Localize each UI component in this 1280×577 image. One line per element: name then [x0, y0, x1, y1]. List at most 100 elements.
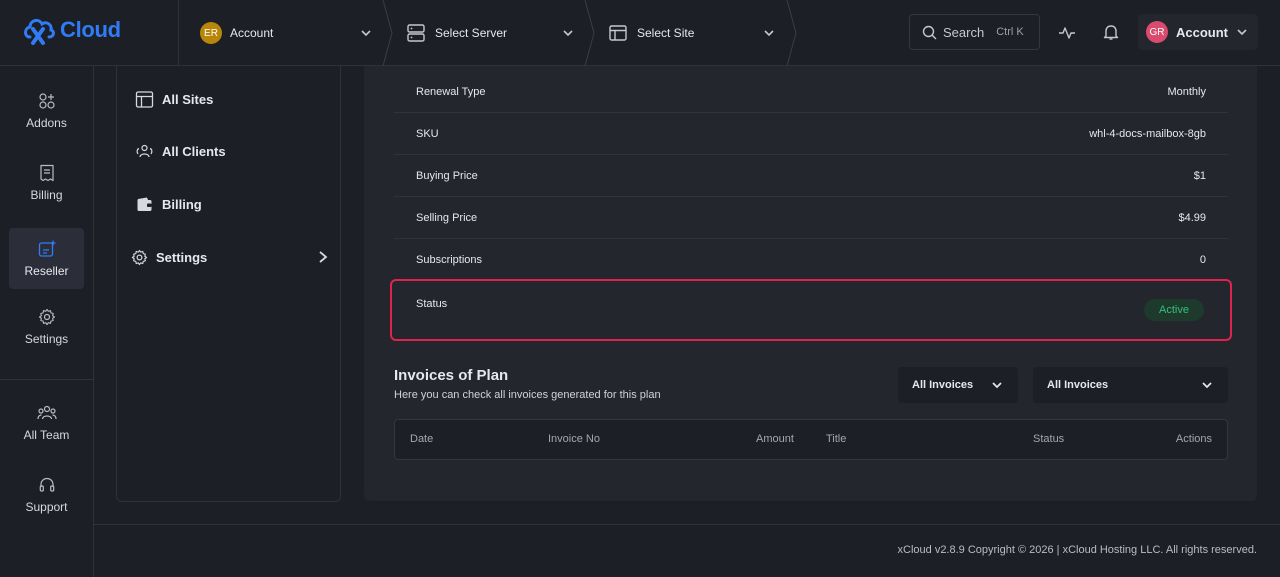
chevron-right-icon	[319, 251, 328, 263]
activity-icon[interactable]	[1058, 24, 1076, 42]
site-selector[interactable]: Select Site	[608, 0, 784, 66]
subnav-item-all-sites[interactable]: All Sites	[135, 90, 213, 109]
sidebar-item-all-team[interactable]: All Team	[9, 392, 84, 453]
avatar: GR	[1146, 21, 1168, 43]
subnav-item-billing[interactable]: Billing	[135, 196, 202, 213]
detail-value: Monthly	[1167, 86, 1206, 98]
team-icon	[36, 405, 57, 419]
search-label: Search	[943, 24, 985, 40]
team-selector-label: Account	[230, 26, 274, 40]
gear-icon	[131, 249, 148, 266]
subnav-item-label: All Sites	[162, 92, 214, 107]
subnav-item-all-clients[interactable]: All Clients	[135, 143, 226, 160]
plan-details-table: Renewal Type Monthly SKU whl-4-docs-mail…	[394, 72, 1228, 281]
divider	[178, 0, 179, 66]
detail-row-selling-price: Selling Price $4.99	[394, 197, 1228, 239]
gear-icon	[38, 308, 55, 325]
subnav-item-label: Settings	[156, 250, 208, 265]
detail-row-buying-price: Buying Price $1	[394, 155, 1228, 197]
account-menu-button[interactable]: GR Account	[1138, 14, 1258, 50]
dropdown-label: All Invoices	[912, 379, 974, 391]
sidebar-item-label: Settings	[24, 331, 69, 346]
main-sidebar: Addons Billing Reseller Settings All Tea…	[0, 66, 94, 577]
receipt-icon	[39, 164, 54, 181]
chevron-down-icon	[361, 30, 371, 37]
breadcrumb-separator-icon	[584, 0, 595, 66]
detail-key: SKU	[416, 127, 439, 140]
invoices-title: Invoices of Plan	[394, 367, 509, 384]
subnav-item-settings[interactable]: Settings	[131, 249, 328, 266]
search-shortcut: Ctrl K	[996, 26, 1024, 38]
breadcrumb-separator-icon	[382, 0, 393, 66]
detail-value: $4.99	[1178, 211, 1206, 224]
invoices-table: Date Invoice No Amount Title Status Acti…	[394, 419, 1228, 460]
column-header-date[interactable]: Date	[410, 433, 433, 445]
detail-key: Status	[416, 298, 448, 310]
reseller-subnav: All Sites All Clients Billing Settings	[116, 66, 341, 502]
detail-row-sku: SKU whl-4-docs-mailbox-8gb	[394, 113, 1228, 155]
addons-icon	[38, 92, 55, 109]
detail-value: $1	[1193, 169, 1206, 182]
status-badge: Active	[1144, 299, 1204, 321]
divider	[94, 524, 1280, 525]
column-header-status[interactable]: Status	[1033, 433, 1064, 445]
sidebar-item-billing[interactable]: Billing	[9, 152, 84, 213]
divider	[0, 379, 93, 380]
search-icon	[922, 25, 937, 39]
reseller-icon	[38, 240, 55, 257]
dropdown-label: All Invoices	[1047, 379, 1109, 391]
sidebar-item-addons[interactable]: Addons	[9, 80, 84, 141]
browser-icon	[135, 91, 154, 108]
headset-icon	[39, 477, 54, 492]
detail-key: Selling Price	[416, 211, 478, 224]
sidebar-item-label: Billing	[30, 187, 63, 202]
column-header-amount[interactable]: Amount	[756, 433, 794, 445]
sidebar-item-support[interactable]: Support	[9, 464, 84, 525]
account-label: Account	[1176, 24, 1228, 40]
column-header-title[interactable]: Title	[826, 433, 846, 445]
xcloud-logo[interactable]: Cloud	[22, 13, 121, 47]
chevron-down-icon	[563, 30, 573, 37]
detail-row-subscriptions: Subscriptions 0	[394, 239, 1228, 281]
detail-row-status: Status Active	[390, 279, 1232, 341]
subnav-item-label: All Clients	[162, 144, 226, 159]
sidebar-item-reseller[interactable]: Reseller	[9, 228, 84, 289]
sidebar-item-label: Support	[25, 499, 68, 514]
team-selector[interactable]: ER Account	[200, 0, 378, 66]
cloud-logo-icon	[24, 18, 55, 45]
browser-icon	[609, 25, 627, 41]
detail-value: whl-4-docs-mailbox-8gb	[1089, 127, 1206, 140]
chevron-down-icon	[1202, 382, 1212, 389]
server-icon	[407, 24, 425, 42]
breadcrumb-separator-icon	[786, 0, 797, 66]
detail-row-renewal-type: Renewal Type Monthly	[394, 72, 1228, 113]
sidebar-item-label: All Team	[23, 427, 70, 442]
top-bar: Cloud ER Account Select Server Select Si…	[0, 0, 1280, 66]
bell-icon[interactable]	[1102, 23, 1120, 41]
subnav-item-label: Billing	[162, 197, 202, 212]
site-selector-label: Select Site	[637, 26, 695, 40]
chevron-down-icon	[992, 382, 1002, 389]
sidebar-item-settings[interactable]: Settings	[9, 296, 84, 357]
logo-text: Cloud	[60, 17, 121, 42]
invoices-subtitle: Here you can check all invoices generate…	[394, 389, 661, 401]
invoice-status-dropdown[interactable]: All Invoices	[1033, 367, 1228, 403]
server-selector[interactable]: Select Server	[406, 0, 582, 66]
detail-key: Subscriptions	[416, 253, 483, 266]
column-header-actions[interactable]: Actions	[1176, 433, 1212, 445]
chevron-down-icon	[764, 30, 774, 37]
detail-key: Renewal Type	[416, 86, 486, 98]
detail-key: Buying Price	[416, 169, 478, 182]
invoice-filter-dropdown[interactable]: All Invoices	[898, 367, 1018, 403]
detail-value: 0	[1199, 253, 1206, 266]
clients-icon	[136, 144, 153, 158]
team-avatar: ER	[200, 22, 222, 44]
chevron-down-icon	[1237, 29, 1247, 36]
search-button[interactable]: Search Ctrl K	[909, 14, 1040, 50]
sidebar-item-label: Reseller	[24, 263, 69, 278]
footer-copyright: xCloud v2.8.9 Copyright © 2026 | xCloud …	[897, 544, 1257, 556]
server-selector-label: Select Server	[435, 26, 508, 40]
wallet-icon	[137, 197, 152, 211]
sidebar-item-label: Addons	[26, 115, 67, 130]
column-header-invoice-no[interactable]: Invoice No	[548, 433, 600, 445]
